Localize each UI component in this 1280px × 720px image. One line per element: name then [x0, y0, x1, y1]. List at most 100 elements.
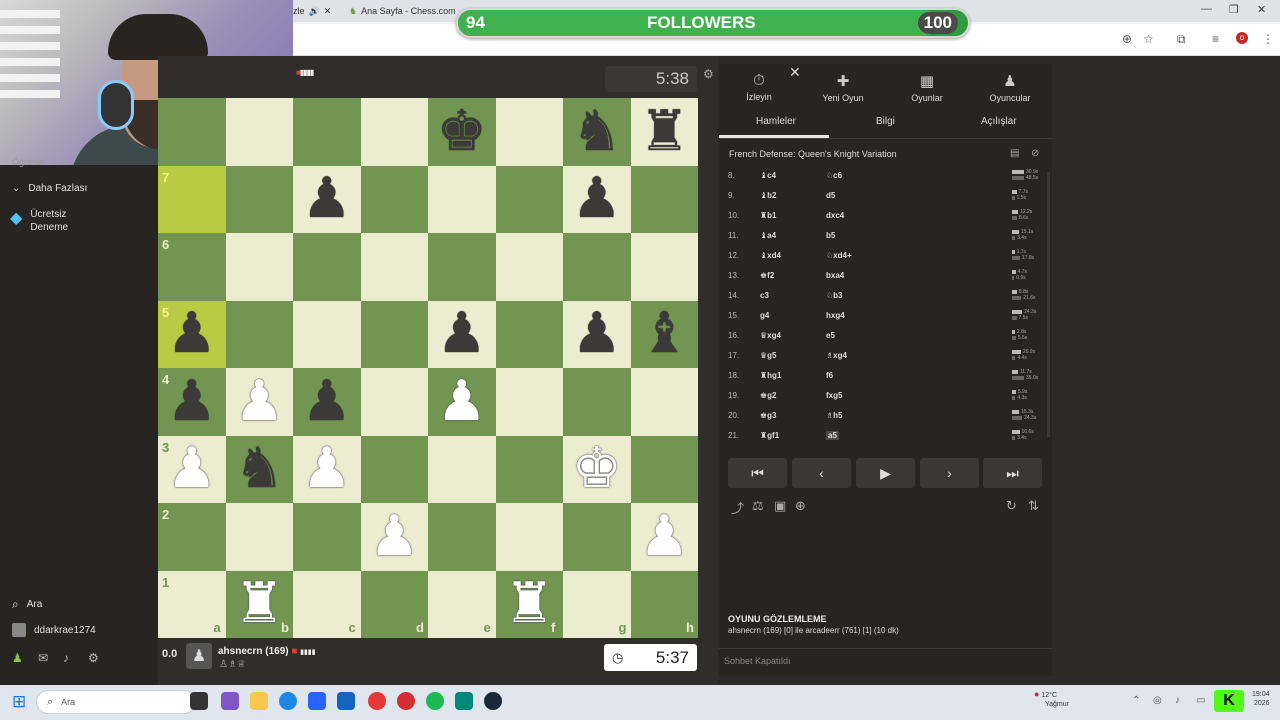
- clock[interactable]: 19:04 2026: [1252, 690, 1270, 708]
- analysis-icon[interactable]: ⚖: [752, 498, 764, 514]
- black-move[interactable]: a5: [826, 431, 839, 440]
- friends-icon[interactable]: ♟: [12, 651, 23, 665]
- white-move[interactable]: ♚g3: [760, 411, 777, 420]
- mail-icon[interactable]: ✉: [38, 651, 48, 665]
- black-move[interactable]: b5: [826, 231, 835, 240]
- sidebar-item-more[interactable]: ⌄ Daha Fazlası: [12, 183, 87, 194]
- restore-icon[interactable]: ❐: [1229, 3, 1239, 16]
- black-move[interactable]: ♗xg4: [826, 351, 847, 360]
- mic-icon[interactable]: ♪: [1175, 695, 1180, 706]
- network-icon[interactable]: ◎: [1153, 695, 1162, 706]
- last-move-button[interactable]: ⏭: [983, 458, 1042, 488]
- board-square[interactable]: [225, 165, 293, 233]
- board-square[interactable]: [360, 165, 428, 233]
- subtab-openings[interactable]: Açılışlar: [981, 116, 1017, 127]
- white-move[interactable]: g4: [760, 311, 769, 320]
- sidebar-user[interactable]: ddarkrae1274: [12, 623, 96, 637]
- white-king-piece[interactable]: ♚: [563, 436, 631, 504]
- board-square[interactable]: [563, 233, 631, 301]
- white-pawn-piece[interactable]: ♟: [361, 503, 429, 571]
- white-move[interactable]: ♝c4: [760, 171, 776, 180]
- sidebar-search[interactable]: ⌕ Ara: [12, 597, 42, 612]
- subtab-info[interactable]: Bilgi: [876, 116, 895, 127]
- black-pawn-piece[interactable]: ♟: [158, 301, 226, 369]
- file-explorer-icon[interactable]: [250, 692, 268, 710]
- browser-tab-chess[interactable]: ♞ Ana Sayfa - Chess.com: [349, 2, 469, 20]
- chrome-icon[interactable]: [368, 692, 386, 710]
- store-icon[interactable]: [308, 692, 326, 710]
- black-knight-piece[interactable]: ♞: [226, 436, 294, 504]
- white-move[interactable]: ♚g2: [760, 391, 777, 400]
- board-square[interactable]: [360, 368, 428, 436]
- zoom-icon[interactable]: ⊕: [795, 498, 806, 514]
- sidebar-item-learn[interactable]: Öğrenin: [12, 157, 44, 167]
- gear-icon[interactable]: ⚙: [88, 651, 99, 665]
- board-square[interactable]: [630, 233, 698, 301]
- sidebar-item-free-trial[interactable]: ◆ Ücretsiz Deneme: [10, 208, 68, 234]
- black-move[interactable]: f6: [826, 371, 833, 380]
- chess-board[interactable]: 1 2 3 4 5 6 7 a b c d e f g h ♚ ♞ ♜ ♟ ♟ ♟ ♟ ♟ ♝ ♟ ♟ ♟ ♟ ♟ ♞ ♟ ♚ ♟ ♟ ♜ ♜: [158, 98, 698, 638]
- chevron-up-icon[interactable]: ⌃: [1132, 695, 1140, 706]
- bell-icon[interactable]: ♪: [63, 651, 69, 665]
- white-move[interactable]: c3: [760, 291, 769, 300]
- move-list-scrollbar[interactable]: [1047, 172, 1050, 437]
- white-move[interactable]: ♛xg4: [760, 331, 781, 340]
- black-bishop-piece[interactable]: ♝: [631, 301, 699, 369]
- book-icon[interactable]: ▤: [1010, 148, 1019, 159]
- board-square[interactable]: [360, 435, 428, 503]
- white-move[interactable]: ♜hg1: [760, 371, 781, 380]
- board-square[interactable]: [495, 368, 563, 436]
- share-icon[interactable]: ⤴: [731, 498, 744, 517]
- install-icon[interactable]: ⊕: [1122, 32, 1132, 46]
- board-square[interactable]: [428, 503, 496, 571]
- board-square[interactable]: [360, 300, 428, 368]
- black-move[interactable]: hxg4: [826, 311, 845, 320]
- black-rook-piece[interactable]: ♜: [631, 98, 699, 166]
- steam-icon[interactable]: [484, 692, 502, 710]
- app-teal-icon[interactable]: [455, 692, 473, 710]
- black-knight-piece[interactable]: ♞: [563, 98, 631, 166]
- speaker-icon[interactable]: 🔊: [309, 6, 320, 17]
- profile-avatar-icon[interactable]: o: [1236, 32, 1248, 44]
- white-move[interactable]: ♝xd4: [760, 251, 781, 260]
- app-red-icon[interactable]: [397, 692, 415, 710]
- black-move[interactable]: bxa4: [826, 271, 844, 280]
- task-view-icon[interactable]: [190, 692, 208, 710]
- board-square[interactable]: [428, 233, 496, 301]
- subtab-moves[interactable]: Hamleler: [756, 116, 796, 127]
- tab-close-icon[interactable]: ✕: [324, 6, 332, 17]
- white-pawn-piece[interactable]: ♟: [293, 436, 361, 504]
- board-square[interactable]: [360, 233, 428, 301]
- white-pawn-piece[interactable]: ♟: [428, 368, 496, 436]
- tab-watch[interactable]: ⏱ İzleyin: [719, 72, 799, 102]
- black-move[interactable]: d5: [826, 191, 835, 200]
- black-move[interactable]: ♘c6: [826, 171, 842, 180]
- black-pawn-piece[interactable]: ♟: [293, 368, 361, 436]
- black-pawn-piece[interactable]: ♟: [293, 166, 361, 234]
- tab-new-game[interactable]: ✚ Yeni Oyun: [803, 72, 883, 103]
- black-move[interactable]: e5: [826, 331, 835, 340]
- white-move[interactable]: ♝b2: [760, 191, 777, 200]
- board-square[interactable]: [630, 435, 698, 503]
- white-move[interactable]: ♜b1: [760, 211, 777, 220]
- black-pawn-piece[interactable]: ♟: [563, 166, 631, 234]
- player-name[interactable]: ahsnecrn (169) ■ ▮▮▮▮: [218, 646, 316, 657]
- bookmark-star-icon[interactable]: ☆: [1143, 32, 1154, 46]
- window-close-icon[interactable]: ✕: [1257, 3, 1266, 16]
- play-button[interactable]: ▶: [856, 458, 915, 488]
- black-move[interactable]: ♗h5: [826, 411, 843, 420]
- board-square[interactable]: [495, 165, 563, 233]
- edge-icon[interactable]: [279, 692, 297, 710]
- board-square[interactable]: [225, 233, 293, 301]
- black-pawn-piece[interactable]: ♟: [158, 368, 226, 436]
- media-icon[interactable]: ≡: [1212, 32, 1219, 46]
- tab-players[interactable]: ♟ Oyuncular: [970, 72, 1050, 103]
- black-move[interactable]: ♘xd4+: [826, 251, 852, 260]
- board-square[interactable]: [293, 300, 361, 368]
- refresh-icon[interactable]: ↻: [1006, 498, 1017, 514]
- board-square[interactable]: [293, 233, 361, 301]
- player-avatar[interactable]: ♟: [186, 643, 212, 669]
- board-square[interactable]: [495, 435, 563, 503]
- board-square[interactable]: [495, 233, 563, 301]
- taskbar-search[interactable]: ⌕ Ara: [36, 690, 196, 714]
